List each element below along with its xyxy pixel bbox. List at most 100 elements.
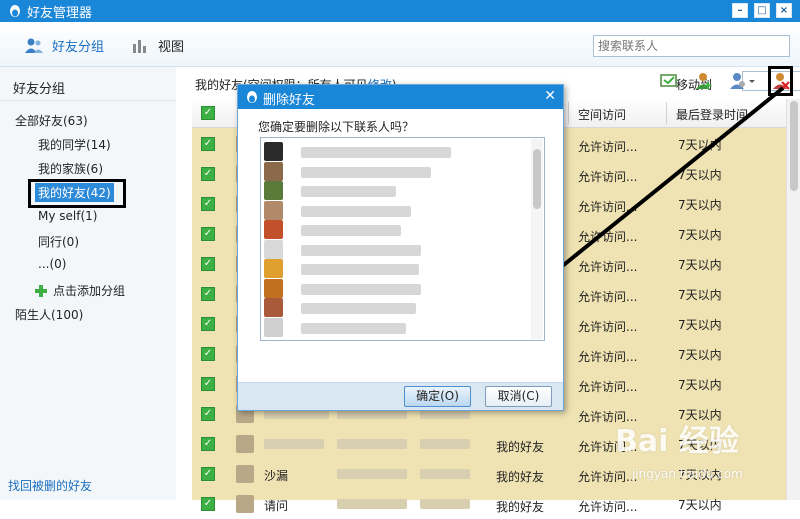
access-cell: 允许访问...	[578, 170, 638, 184]
contact-list-scrollbar[interactable]	[531, 139, 543, 339]
row-checkbox[interactable]: ✓	[201, 137, 215, 151]
column-header-access[interactable]: 空间访问	[578, 106, 626, 123]
confirm-button[interactable]: 确定(O)	[404, 386, 471, 407]
blurred-name	[301, 244, 421, 256]
sidebar-header: 好友分组	[13, 82, 66, 97]
contact-list-item[interactable]	[264, 278, 524, 298]
access-cell: 允许访问...	[578, 380, 638, 394]
avatar	[264, 278, 283, 298]
recover-deleted-friends-link[interactable]: 找回被删的好友	[8, 477, 92, 494]
add-group-button[interactable]: 点击添加分组	[34, 282, 125, 299]
sidebar-item-peers[interactable]: 同行(0)	[38, 233, 79, 250]
users-icon	[25, 38, 43, 53]
cancel-button[interactable]: 取消(C)	[485, 386, 552, 407]
toolbar: 好友分组 视图	[0, 22, 800, 67]
dialog-footer: 确定(O) 取消(C)	[238, 382, 563, 410]
contact-name: 沙漏	[264, 469, 289, 483]
blurred-remark	[337, 499, 407, 509]
scrollbar-thumb[interactable]	[790, 101, 798, 191]
maximize-button[interactable]: □	[754, 3, 770, 18]
contact-list-item[interactable]	[264, 142, 524, 161]
minimize-button[interactable]: –	[732, 3, 748, 18]
tab-friend-groups[interactable]: 好友分组	[24, 36, 104, 55]
avatar	[264, 259, 283, 278]
sidebar-item-other[interactable]: ...(0)	[38, 257, 66, 271]
table-scrollbar[interactable]	[786, 99, 800, 500]
contact-list[interactable]	[260, 137, 545, 341]
sidebar: 好友分组 全部好友(63) 我的同学(14) 我的家族(6) 我的好友(42) …	[0, 67, 176, 500]
row-checkbox[interactable]: ✓	[201, 197, 215, 211]
scrollbar-thumb[interactable]	[533, 149, 541, 209]
add-friend-button[interactable]	[695, 72, 713, 90]
row-checkbox[interactable]: ✓	[201, 407, 215, 421]
window-titlebar: 好友管理器 – □ ×	[0, 0, 800, 22]
avatar	[264, 142, 283, 161]
contact-list-item[interactable]	[264, 298, 524, 317]
sidebar-item-myself[interactable]: My self(1)	[38, 209, 97, 223]
user-settings-icon	[730, 73, 755, 89]
watermark-logo: Bai 经验	[615, 424, 739, 459]
avatar	[264, 161, 283, 181]
sidebar-item-all-friends[interactable]: 全部好友(63)	[15, 112, 88, 129]
avatar	[264, 220, 283, 239]
contact-list-item[interactable]	[264, 317, 524, 337]
row-checkbox[interactable]: ✓	[201, 167, 215, 181]
access-cell: 允许访问...	[578, 350, 638, 364]
blurred-name	[301, 166, 431, 178]
row-checkbox[interactable]: ✓	[201, 317, 215, 331]
contact-list-item[interactable]	[264, 161, 524, 181]
plus-icon	[35, 284, 47, 297]
blurred-name	[301, 322, 406, 334]
avatar	[264, 298, 283, 317]
last-login-cell: 7天以内	[678, 198, 722, 212]
blurred-signature	[420, 499, 470, 509]
delete-friend-dialog: 删除好友 ✕ 您确定要删除以下联系人吗？ 确定(O) 取消(C)	[237, 84, 564, 411]
avatar	[264, 200, 283, 220]
contact-list-item[interactable]	[264, 200, 524, 220]
row-checkbox[interactable]: ✓	[201, 377, 215, 391]
search-input[interactable]	[593, 35, 790, 57]
dialog-title: 删除好友	[263, 93, 316, 108]
access-cell: 允许访问...	[578, 200, 638, 214]
sidebar-item-classmates[interactable]: 我的同学(14)	[38, 136, 111, 153]
sidebar-item-strangers[interactable]: 陌生人(100)	[15, 306, 83, 323]
row-checkbox[interactable]: ✓	[201, 437, 215, 451]
tab-view[interactable]: 视图	[132, 36, 184, 55]
qq-penguin-icon	[247, 91, 257, 103]
sidebar-item-family[interactable]: 我的家族(6)	[38, 160, 103, 177]
send-message-button[interactable]	[660, 72, 678, 90]
last-login-cell: 7天以内	[678, 258, 722, 272]
blurred-signature	[420, 469, 470, 479]
contact-list-item[interactable]	[264, 220, 524, 239]
access-cell: 允许访问...	[578, 320, 638, 334]
tab-view-label: 视图	[158, 40, 185, 55]
column-header-last-login[interactable]: 最后登录时间	[676, 106, 748, 123]
contact-list-item[interactable]	[264, 239, 524, 259]
contact-list-item[interactable]	[264, 259, 524, 278]
sidebar-divider	[0, 100, 176, 101]
row-checkbox[interactable]: ✓	[201, 227, 215, 241]
row-checkbox[interactable]: ✓	[201, 257, 215, 271]
manage-friends-button[interactable]	[729, 72, 757, 90]
blurred-name	[301, 186, 396, 197]
row-checkbox[interactable]: ✓	[201, 497, 215, 511]
last-login-cell: 7天以内	[678, 498, 722, 512]
dialog-message: 您确定要删除以下联系人吗？	[258, 120, 415, 134]
row-checkbox[interactable]: ✓	[201, 347, 215, 361]
row-checkbox[interactable]: ✓	[201, 287, 215, 301]
bar-chart-icon	[133, 39, 146, 53]
access-cell: 允许访问...	[578, 500, 638, 514]
annotation-highlight-box	[28, 179, 126, 208]
column-separator	[666, 102, 667, 124]
message-icon	[660, 74, 677, 87]
row-checkbox[interactable]: ✓	[201, 467, 215, 481]
tab-friend-groups-label: 好友分组	[52, 40, 105, 55]
last-login-cell: 7天以内	[678, 138, 722, 152]
qq-penguin-icon	[10, 5, 20, 17]
blurred-name	[301, 225, 401, 236]
table-row[interactable]: ✓ 请问 我的好友 允许访问... 7天以内	[192, 489, 786, 519]
select-all-checkbox[interactable]: ✓	[201, 106, 215, 120]
dialog-close-icon[interactable]: ✕	[544, 88, 556, 104]
close-button[interactable]: ×	[776, 3, 792, 18]
contact-list-item[interactable]	[264, 181, 524, 200]
